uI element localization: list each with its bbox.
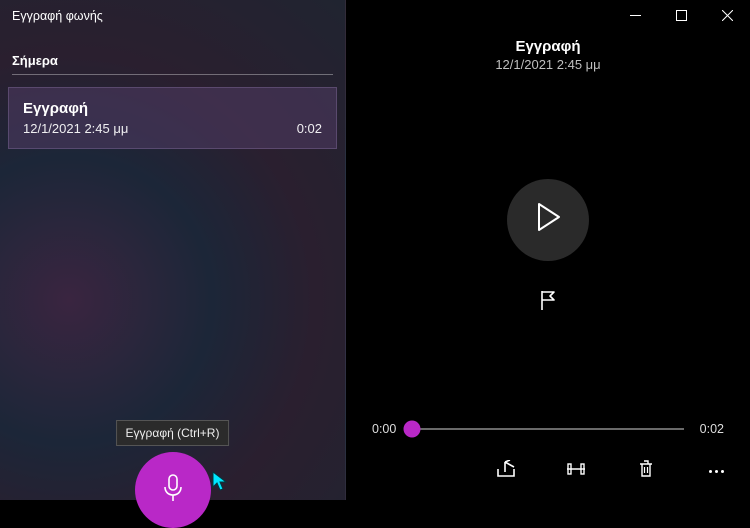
- trim-icon: [565, 462, 587, 481]
- seek-knob[interactable]: [404, 421, 421, 438]
- play-button[interactable]: [507, 179, 589, 261]
- window-titlebar: [346, 0, 750, 30]
- mouse-cursor-icon: [212, 471, 230, 498]
- share-icon: [496, 460, 516, 483]
- record-tooltip: Εγγραφή (Ctrl+R): [116, 420, 230, 446]
- app-title: Εγγραφή φωνής: [0, 0, 345, 23]
- bottom-toolbar: [346, 446, 750, 500]
- time-total: 0:02: [694, 422, 724, 436]
- recording-list-item[interactable]: Εγγραφή 12/1/2021 2:45 μμ 0:02: [8, 87, 337, 149]
- section-header-today: Σήμερα: [12, 53, 333, 75]
- microphone-icon: [161, 473, 185, 508]
- timeline: 0:00 0:02: [346, 422, 750, 446]
- record-button[interactable]: [135, 452, 211, 528]
- delete-button[interactable]: [634, 459, 658, 483]
- add-marker-button[interactable]: [538, 289, 558, 316]
- play-icon: [535, 202, 561, 237]
- maximize-button[interactable]: [658, 0, 704, 30]
- recording-title: Εγγραφή: [346, 38, 750, 55]
- close-button[interactable]: [704, 0, 750, 30]
- recording-item-duration: 0:02: [297, 121, 322, 136]
- trim-button[interactable]: [564, 459, 588, 483]
- more-button[interactable]: [704, 459, 728, 483]
- recording-item-date: 12/1/2021 2:45 μμ: [23, 121, 128, 136]
- detail-panel: Εγγραφή 12/1/2021 2:45 μμ 0:00: [346, 0, 750, 500]
- share-button[interactable]: [494, 459, 518, 483]
- trash-icon: [638, 459, 654, 484]
- more-icon: [709, 470, 724, 473]
- sidebar: Εγγραφή φωνής Σήμερα Εγγραφή 12/1/2021 2…: [0, 0, 346, 500]
- recording-item-title: Εγγραφή: [23, 100, 322, 117]
- flag-icon: [538, 298, 558, 315]
- minimize-button[interactable]: [612, 0, 658, 30]
- recording-date: 12/1/2021 2:45 μμ: [346, 57, 750, 72]
- seek-slider[interactable]: [412, 428, 684, 430]
- time-current: 0:00: [372, 422, 402, 436]
